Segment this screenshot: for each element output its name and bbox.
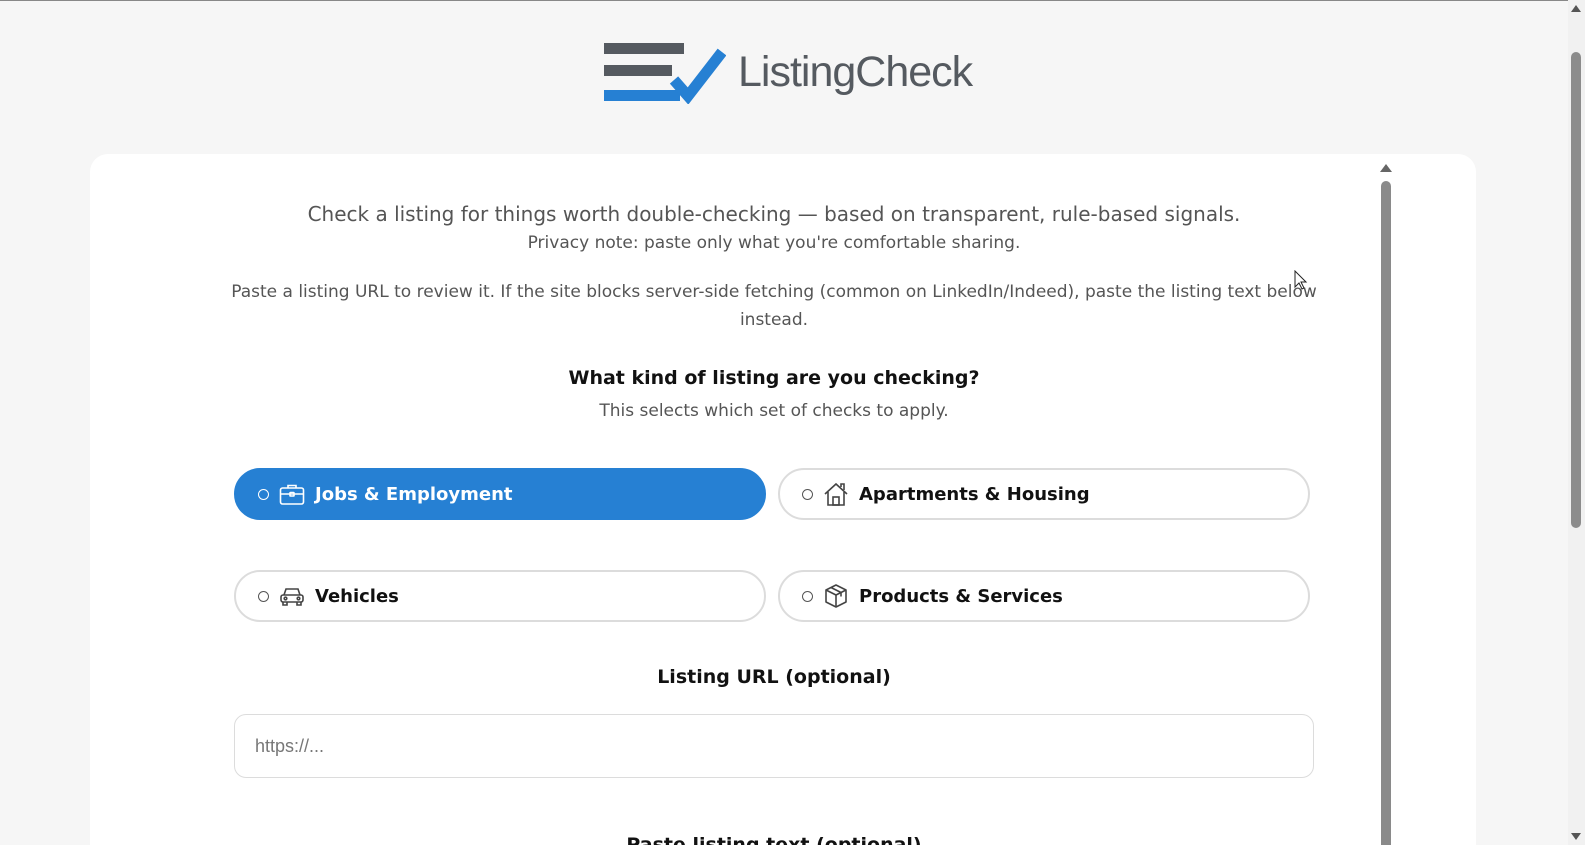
intro-headline: Check a listing for things worth double-…	[307, 202, 1241, 226]
checklist-logo-icon	[604, 43, 726, 104]
scrollbar-thumb[interactable]	[1571, 52, 1581, 528]
box-icon	[823, 583, 849, 609]
instructions-text: Paste a listing URL to review it. If the…	[231, 282, 1317, 330]
mouse-cursor-icon	[1294, 270, 1308, 290]
option-label: Products & Services	[859, 585, 1063, 607]
category-options: Jobs & Employment Apartments & Housing V…	[234, 468, 1314, 622]
privacy-note: Privacy note: paste only what you're com…	[527, 233, 1021, 253]
radio-button[interactable]	[258, 590, 269, 602]
option-label: Apartments & Housing	[859, 483, 1090, 505]
option-apartments-housing[interactable]: Apartments & Housing	[778, 468, 1310, 520]
category-question: What kind of listing are you checking?	[568, 367, 980, 389]
car-icon	[279, 583, 305, 609]
scroll-down-arrow-icon[interactable]	[1571, 833, 1581, 840]
radio-button[interactable]	[258, 488, 269, 500]
option-label: Jobs & Employment	[315, 483, 513, 505]
scroll-up-arrow-icon[interactable]	[1380, 164, 1392, 172]
main-card: Check a listing for things worth double-…	[90, 154, 1476, 845]
option-vehicles[interactable]: Vehicles	[234, 570, 766, 622]
option-products-services[interactable]: Products & Services	[778, 570, 1310, 622]
category-subtitle: This selects which set of checks to appl…	[599, 401, 949, 421]
top-divider	[0, 0, 1568, 1]
radio-button[interactable]	[802, 590, 813, 602]
option-label: Vehicles	[315, 585, 399, 607]
scroll-up-arrow-icon[interactable]	[1571, 5, 1581, 12]
card-scrollbar[interactable]	[1380, 164, 1392, 845]
option-jobs-employment[interactable]: Jobs & Employment	[234, 468, 766, 520]
listing-text-label: Paste listing text (optional)	[626, 834, 922, 845]
url-input[interactable]	[234, 714, 1314, 778]
scrollbar-thumb[interactable]	[1381, 181, 1391, 845]
logo[interactable]: ListingCheck	[604, 40, 973, 104]
house-icon	[823, 481, 849, 507]
url-label: Listing URL (optional)	[657, 666, 891, 688]
page-scrollbar[interactable]	[1568, 0, 1585, 845]
radio-button[interactable]	[802, 488, 813, 500]
page: ListingCheck Check a listing for things …	[0, 0, 1585, 845]
intro-section: Check a listing for things worth double-…	[231, 154, 1317, 424]
logo-text: ListingCheck	[738, 47, 973, 96]
briefcase-icon	[279, 481, 305, 507]
